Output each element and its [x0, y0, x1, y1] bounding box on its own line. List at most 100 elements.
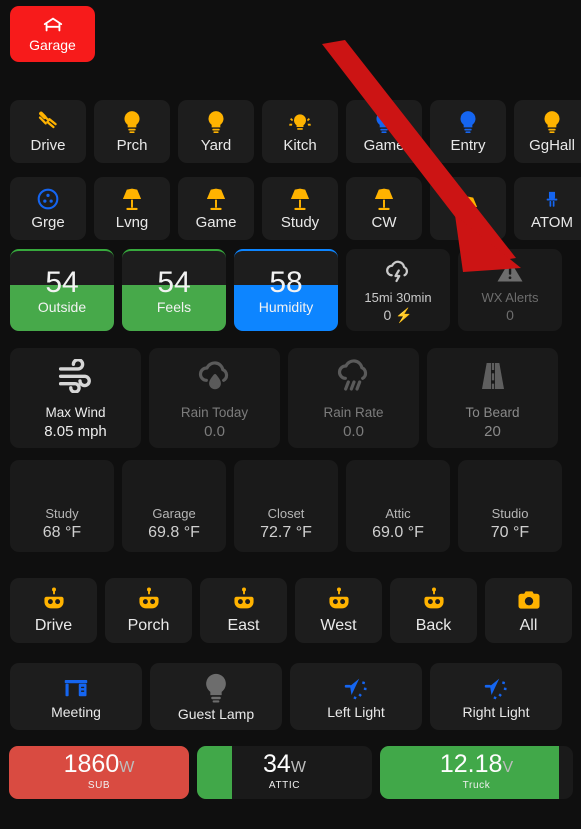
light-button-yard[interactable]: Yard [178, 100, 254, 163]
cloud-lightning-icon [383, 256, 413, 286]
bulb-icon [539, 109, 565, 135]
camera-button-west[interactable]: West [295, 578, 382, 643]
wx-alerts-card[interactable]: WX Alerts 0 [458, 249, 562, 331]
light-button-game[interactable]: Game [178, 177, 254, 240]
camera-button-all[interactable]: All [485, 578, 572, 643]
weather-card-name: Rain Today [180, 405, 249, 421]
temperature-card-attic[interactable]: Attic 69.0 °F [346, 460, 450, 552]
camera-button-label: East [227, 617, 260, 635]
temperature-name: Garage [152, 505, 196, 521]
weather-card-to-beard[interactable]: To Beard 20 [427, 348, 558, 448]
power-gauge-name: Truck [462, 779, 491, 791]
led-icon [539, 186, 565, 212]
room-light-meeting[interactable]: Meeting [10, 663, 142, 730]
robot-face-icon [325, 586, 353, 614]
weather-card-rain-today[interactable]: Rain Today 0.0 [149, 348, 280, 448]
room-light-right-light[interactable]: Right Light [430, 663, 562, 730]
weather-card-value: 54 [157, 266, 191, 300]
room-light-guest-lamp[interactable]: Guest Lamp [150, 663, 282, 730]
weather-card-label: Outside [37, 298, 87, 315]
spotlight-icon [341, 673, 371, 703]
robot-face-icon [230, 586, 258, 614]
lamp-icon [119, 186, 145, 212]
power-gauge-sub[interactable]: 1860W SUB [9, 746, 189, 799]
camera-button-drive[interactable]: Drive [10, 578, 97, 643]
weather-card-value: 20 [484, 423, 501, 441]
power-gauge-unit: W [290, 759, 306, 777]
warning-triangle-icon [495, 256, 525, 286]
light-button-label: Game [363, 136, 405, 154]
power-gauge-truck[interactable]: 12.18V Truck [380, 746, 573, 799]
light-button-entry[interactable]: Entry [430, 100, 506, 163]
light-button-label: Lvng [115, 213, 149, 231]
garage-section: Garage [10, 6, 95, 62]
light-button-grge[interactable]: Grge [10, 177, 86, 240]
room-light-left-light[interactable]: Left Light [290, 663, 422, 730]
garage-door-icon [40, 14, 66, 36]
mini-card-line1: 15mi 30min [364, 289, 432, 305]
weather-card-name: Rain Rate [323, 405, 384, 421]
light-button-lvng[interactable]: Lvng [94, 177, 170, 240]
lamp-icon [203, 186, 229, 212]
road-icon [473, 354, 513, 398]
room-light-label: Guest Lamp [177, 705, 255, 722]
temperature-card-studio[interactable]: Studio 70 °F [458, 460, 562, 552]
light-button-prch[interactable]: Prch [94, 100, 170, 163]
weather-card-label: Feels [156, 298, 192, 315]
light-button-kitch[interactable]: Kitch [262, 100, 338, 163]
light-button-cw[interactable]: CW [346, 177, 422, 240]
weather-card-feels[interactable]: 54 Feels [122, 249, 226, 331]
weather-primary-row: 54 Outside 54 Feels 58 Humidity 15mi 30min 0 ⚡ W… [10, 249, 562, 331]
rain-rate-icon [334, 354, 374, 398]
camera-button-label: All [519, 617, 538, 635]
temperature-card-study[interactable]: Study 68 °F [10, 460, 114, 552]
temperature-name: Closet [267, 505, 305, 521]
temperature-card-garage[interactable]: Garage 69.8 °F [122, 460, 226, 552]
temperature-card-closet[interactable]: Closet 72.7 °F [234, 460, 338, 552]
light-button-label: Grge [31, 213, 65, 231]
bulb-icon [203, 109, 229, 135]
light-button-drive[interactable]: Drive [10, 100, 86, 163]
temperature-name: Attic [385, 505, 411, 521]
light-button-label: CW [371, 213, 397, 231]
lightning-card[interactable]: 15mi 30min 0 ⚡ [346, 249, 450, 331]
room-light-label: Left Light [327, 703, 385, 720]
weather-card-humidity[interactable]: 58 Humidity [234, 249, 338, 331]
room-light-label: Right Light [462, 703, 530, 720]
light-button-study[interactable]: Study [262, 177, 338, 240]
power-gauge-attic[interactable]: 34W ATTIC [197, 746, 372, 799]
bulb-icon [119, 109, 145, 135]
robot-face-icon [420, 586, 448, 614]
camera-button-east[interactable]: East [200, 578, 287, 643]
room-lights-row: Meeting Guest Lamp Left Light Right Light [10, 663, 562, 730]
power-gauge-name: SUB [87, 779, 111, 791]
camera-button-back[interactable]: Back [390, 578, 477, 643]
light-button-game[interactable]: Game [346, 100, 422, 163]
desk-icon [61, 673, 91, 703]
power-gauge-value: 12.18 [439, 750, 503, 779]
weather-card-value: 54 [45, 266, 79, 300]
camera-button-label: West [320, 617, 357, 635]
camera-button-porch[interactable]: Porch [105, 578, 192, 643]
weather-card-name: Max Wind [45, 405, 106, 421]
weather-card-outside[interactable]: 54 Outside [10, 249, 114, 331]
temperature-value: 70 °F [490, 524, 530, 542]
light-button-label: Game [195, 213, 237, 231]
light-button-hidden-5[interactable] [430, 177, 506, 240]
light-button-label: ATOM [531, 213, 573, 231]
lamp-icon [455, 194, 481, 220]
weather-card-value: 0.0 [204, 423, 225, 441]
ceiling-light-icon [287, 109, 313, 135]
power-gauge-name: ATTIC [268, 779, 301, 791]
garage-button[interactable]: Garage [10, 6, 95, 62]
light-button-atom[interactable]: ATOM [514, 177, 581, 240]
light-button-gghall[interactable]: GgHall [514, 100, 581, 163]
weather-card-rain-rate[interactable]: Rain Rate 0.0 [288, 348, 419, 448]
temperature-value: 68 °F [42, 524, 82, 542]
camera-button-label: Porch [127, 617, 170, 635]
flood-light-icon [35, 109, 61, 135]
weather-card-label: Humidity [258, 298, 314, 315]
camera-icon [515, 586, 543, 614]
weather-card-max-wind[interactable]: Max Wind 8.05 mph [10, 348, 141, 448]
lamp-icon [287, 186, 313, 212]
